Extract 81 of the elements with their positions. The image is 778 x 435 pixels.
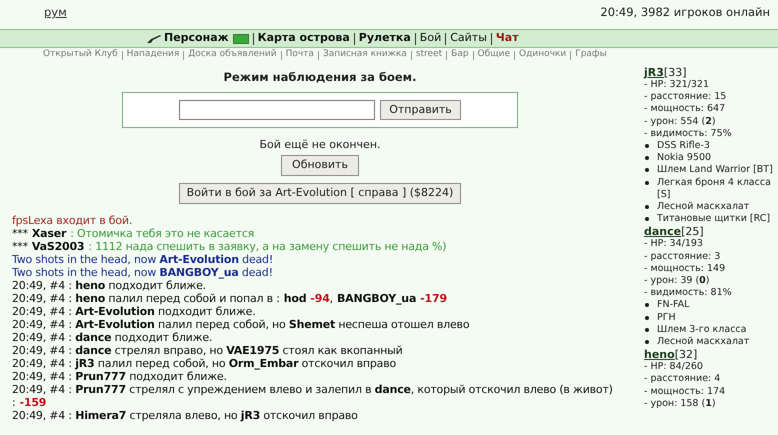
send-button[interactable]: Отправить	[380, 100, 461, 120]
chat-line: 20:49, #4 : dance подходит ближе.	[12, 330, 214, 344]
subnav-link[interactable]: Нападения	[126, 48, 180, 62]
online-status: 20:49, 3982 игроков онлайн	[600, 4, 771, 21]
player-stat: - расстояние: 15	[644, 91, 728, 104]
equipment-item: DSS Rifle-3	[657, 140, 710, 152]
subnav-link[interactable]: Бар	[451, 48, 469, 62]
subnav-link[interactable]: Графы	[575, 48, 607, 62]
subnav-link[interactable]: Почта	[286, 48, 314, 62]
bullet-icon	[645, 328, 649, 332]
subnav-link[interactable]: Записная книжка	[322, 48, 407, 62]
bullet-icon	[645, 303, 649, 308]
player-stat: - урон: 554 (2)	[644, 116, 717, 128]
equipment-item: Лесной маскхалат	[657, 201, 750, 214]
subnav-link[interactable]: street	[416, 48, 442, 62]
page-title: Режим наблюдения за боем.	[224, 69, 416, 86]
player-stat: - HP: 34/193	[644, 238, 704, 251]
equipment-item: Лесной маскхалат	[657, 336, 750, 348]
equipment-item: FN-FAL	[657, 299, 690, 312]
bullet-icon	[645, 205, 649, 210]
chat-line: 20:49, #4 : heno палил перед собой и попал в : hod -94, BANGBOY_ua -179	[12, 292, 448, 305]
bullet-icon	[645, 217, 649, 222]
nav-link[interactable]: Рулетка	[358, 30, 411, 47]
nav-link[interactable]: Бой	[420, 30, 442, 47]
nav-link[interactable]: Сайты	[450, 30, 487, 47]
player-stat: - видимость: 75%	[644, 128, 733, 140]
player-stat: - расстояние: 4	[644, 373, 722, 386]
chat-line: *** VaS2003 : 1112 нада спешить в заявку, а на замену спешить не нада %)	[12, 240, 448, 253]
chat-line: 20:49, #4 : heno подходит ближе.	[12, 278, 206, 292]
equipment-item: Легкая броня 4 класса [S]	[657, 176, 772, 202]
chat-line: 20:49, #4 : dance стрелял вправо, но VAE1975 стоял как вкопанный	[12, 344, 404, 357]
player-link[interactable]: jR3	[644, 66, 664, 79]
player-level: [32]	[674, 348, 698, 362]
equipment-item: Шлем Land Warrior [BT]	[657, 164, 773, 177]
player-level: [33]	[664, 66, 686, 79]
chat-line: Two shots in the head, now Art-Evolution dead!	[12, 252, 274, 266]
bullet-icon	[645, 156, 649, 160]
player-stat: - мощность: 174	[644, 386, 726, 398]
player-stat: - HP: 84/260	[644, 361, 704, 374]
equipment-item: РГН	[657, 312, 676, 324]
chat-line: Two shots in the head, now BANGBOY_ua dead!	[12, 266, 274, 279]
player-stat: - мощность: 149	[644, 262, 726, 276]
chat-line: 20:49, #4 : Art-Evolution подходит ближе.	[12, 304, 257, 318]
bullet-icon	[645, 340, 649, 344]
subnav-link[interactable]: Одиночки	[519, 48, 566, 62]
chat-line: *** Xaser : Отомичка тебя это не касается	[12, 226, 256, 240]
chat-line: 20:49, #4 : Prun777 стрелял с упреждением влево и залепил в dance, который отскочил влево (в живот) : -159	[12, 382, 614, 409]
player-link[interactable]: heno	[644, 348, 675, 362]
nav-link[interactable]: Персонаж	[164, 30, 229, 47]
battle-status: Бой ещё не окончен.	[259, 137, 381, 154]
bullet-icon	[645, 144, 649, 148]
player-stat: - расстояние: 3	[644, 250, 722, 263]
subnav-link[interactable]: Доска объявлений	[188, 48, 277, 62]
flag-icon	[232, 34, 249, 44]
top-link[interactable]: рум	[44, 4, 67, 22]
chat-line: 20:49, #4 : jR3 палил перед собой, но Orm_Embar отскочил вправо	[12, 356, 398, 370]
nav-link[interactable]: Карта острова	[258, 30, 350, 47]
message-field[interactable]	[179, 100, 376, 120]
bullet-icon	[645, 180, 649, 185]
chat-line: 20:49, #4 : Himera7 стреляла влево, но jR3 отскочил вправо	[12, 408, 359, 422]
player-stat: - HP: 321/321	[644, 79, 710, 92]
bullet-icon	[645, 316, 649, 320]
chat-line: 20:49, #4 : Art-Evolution палил перед собой, но Shemet неспеша отошел влево	[12, 318, 470, 331]
subnav-link[interactable]: Общие	[478, 48, 510, 62]
player-level: [25]	[681, 225, 704, 238]
nav-link[interactable]: Чат	[496, 30, 519, 47]
player-stat: - мощность: 647	[644, 103, 726, 116]
equipment-item: Шлем 3-го класса	[657, 324, 746, 336]
chat-line: 20:49, #4 : Prun777 подходит ближе.	[12, 370, 228, 383]
chat-line: fpsLexa входит в бой.	[12, 214, 134, 227]
player-stat: - видимость: 81%	[644, 287, 733, 300]
equipment-item: Nokia 9500	[657, 152, 712, 164]
refresh-button[interactable]: Обновить	[281, 154, 359, 176]
join-battle-button[interactable]: Войти в бой за Art-Evolution [ справа ] ($8224)	[178, 182, 462, 204]
subnav-link[interactable]: Открытый Клуб	[43, 48, 118, 62]
player-link[interactable]: dance	[644, 225, 682, 238]
bullet-icon	[645, 168, 649, 172]
rifle-icon	[146, 34, 162, 44]
equipment-item: Титановые щитки [RC]	[657, 213, 770, 226]
player-stat: - урон: 158 (1)	[644, 398, 717, 410]
player-stat: - урон: 39 (0)	[644, 275, 711, 288]
